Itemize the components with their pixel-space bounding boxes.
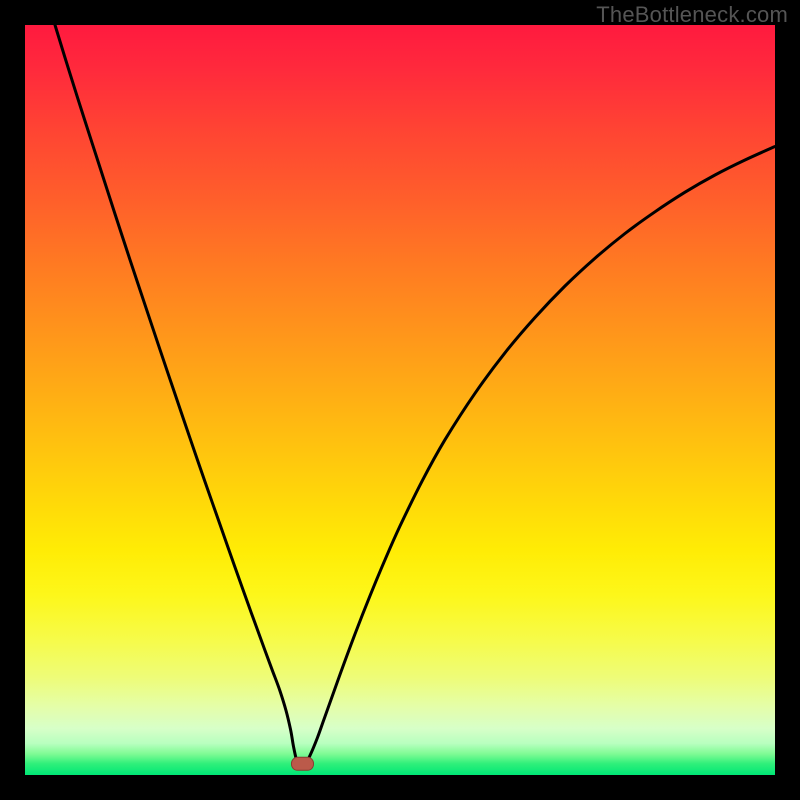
optimum-marker bbox=[292, 757, 314, 770]
bottleneck-chart bbox=[0, 0, 800, 800]
plot-area bbox=[25, 25, 775, 775]
chart-stage: TheBottleneck.com bbox=[0, 0, 800, 800]
watermark-text: TheBottleneck.com bbox=[596, 2, 788, 28]
